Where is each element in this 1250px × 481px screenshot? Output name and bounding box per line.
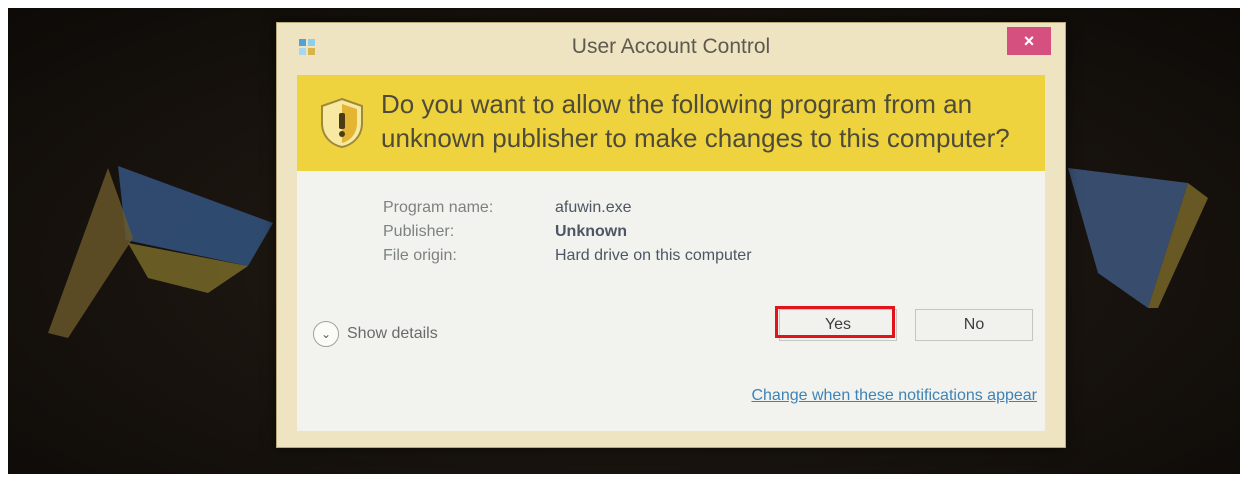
program-details: Program name: afuwin.exe Publisher: Unknow… [383, 199, 752, 271]
program-name-value: afuwin.exe [555, 199, 632, 216]
publisher-label: Publisher: [383, 223, 455, 240]
window-title: User Account Control [571, 35, 771, 58]
dialog-content: Program name: afuwin.exe Publisher: Unknow… [297, 171, 1045, 431]
file-origin-row: File origin: Hard drive on this computer [383, 247, 752, 271]
chevron-down-icon[interactable]: ⌄ [313, 321, 339, 347]
warning-banner: Do you want to allow the following progr… [297, 75, 1045, 171]
show-details-toggle[interactable]: ⌄ Show details [313, 321, 438, 347]
file-origin-label: File origin: [383, 247, 457, 264]
publisher-value: Unknown [555, 223, 627, 240]
no-button[interactable]: No [915, 309, 1033, 341]
program-name-row: Program name: afuwin.exe [383, 199, 752, 223]
close-button[interactable]: × [1007, 27, 1051, 55]
shield-icon [321, 97, 363, 149]
program-name-label: Program name: [383, 199, 494, 216]
change-notifications-link[interactable]: Change when these notifications appear [751, 387, 1037, 405]
titlebar: User Account Control × [277, 23, 1065, 69]
desktop-background: User Account Control × Do you want to al… [8, 8, 1240, 474]
uac-dialog: User Account Control × Do you want to al… [276, 22, 1066, 448]
publisher-row: Publisher: Unknown [383, 223, 752, 247]
show-details-label[interactable]: Show details [347, 325, 438, 343]
file-origin-value: Hard drive on this computer [555, 247, 752, 264]
yes-button[interactable]: Yes [779, 309, 897, 341]
banner-question: Do you want to allow the following progr… [381, 89, 1010, 153]
